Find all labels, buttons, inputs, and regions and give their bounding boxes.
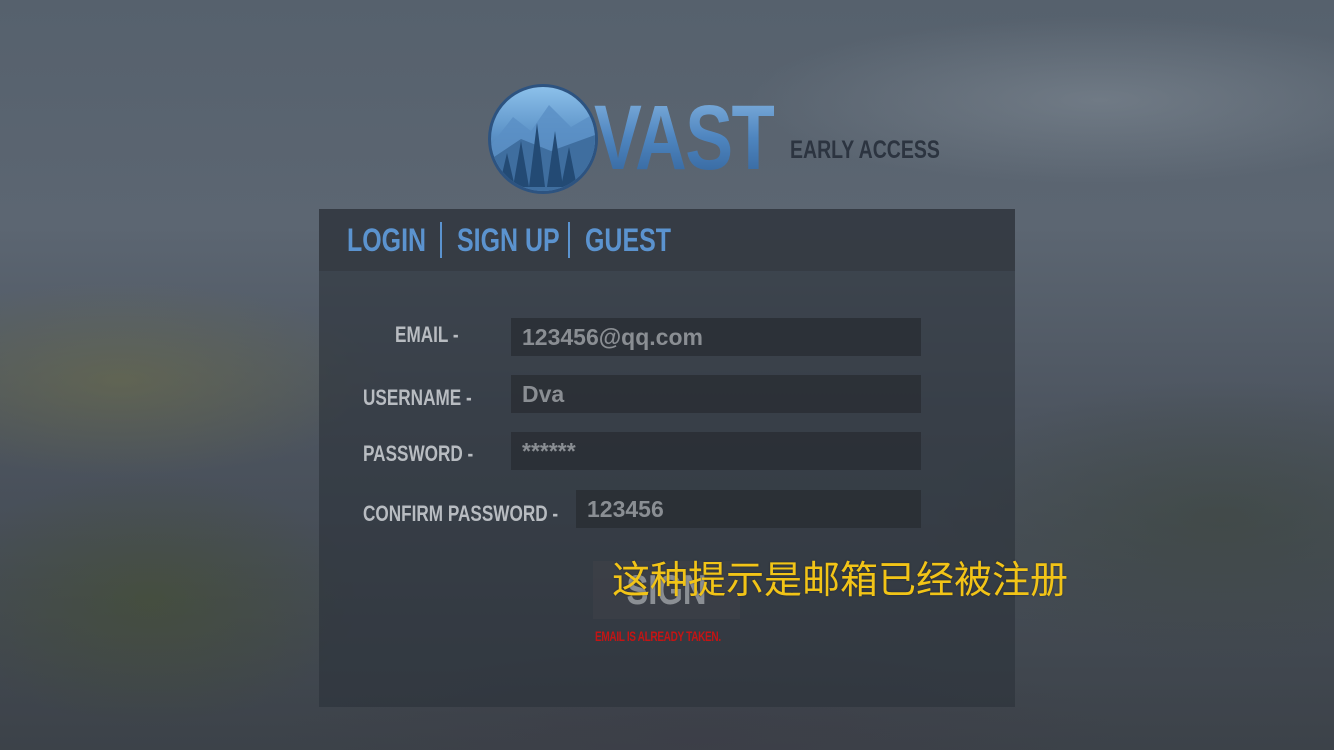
confirm-password-field[interactable]: 123456 (576, 490, 921, 528)
tab-sign-up[interactable]: SIGN UP (457, 221, 560, 259)
error-message: EMAIL IS ALREADY TAKEN. (595, 628, 721, 644)
password-label: PASSWORD - (363, 441, 474, 466)
confirm-password-label: CONFIRM PASSWORD - (363, 501, 559, 526)
overlay-caption: 这种提示是邮箱已经被注册 (612, 558, 1069, 602)
logo-subtitle: EARLY ACCESS (790, 136, 940, 164)
username-field[interactable]: Dva (511, 375, 921, 413)
tab-divider (568, 222, 570, 258)
email-field[interactable]: 123456@qq.com (511, 318, 921, 356)
tab-divider (440, 222, 442, 258)
logo-wordmark: VAST (594, 82, 775, 194)
email-label: EMAIL - (395, 322, 459, 347)
password-field[interactable]: ****** (511, 432, 921, 470)
mountain-forest-emblem-icon (488, 84, 598, 194)
tab-guest[interactable]: GUEST (585, 221, 671, 259)
tab-login[interactable]: LOGIN (347, 221, 426, 259)
auth-tab-bar: LOGIN SIGN UP GUEST (319, 209, 1015, 271)
username-label: USERNAME - (363, 385, 472, 410)
game-logo: VAST EARLY ACCESS (488, 82, 940, 194)
